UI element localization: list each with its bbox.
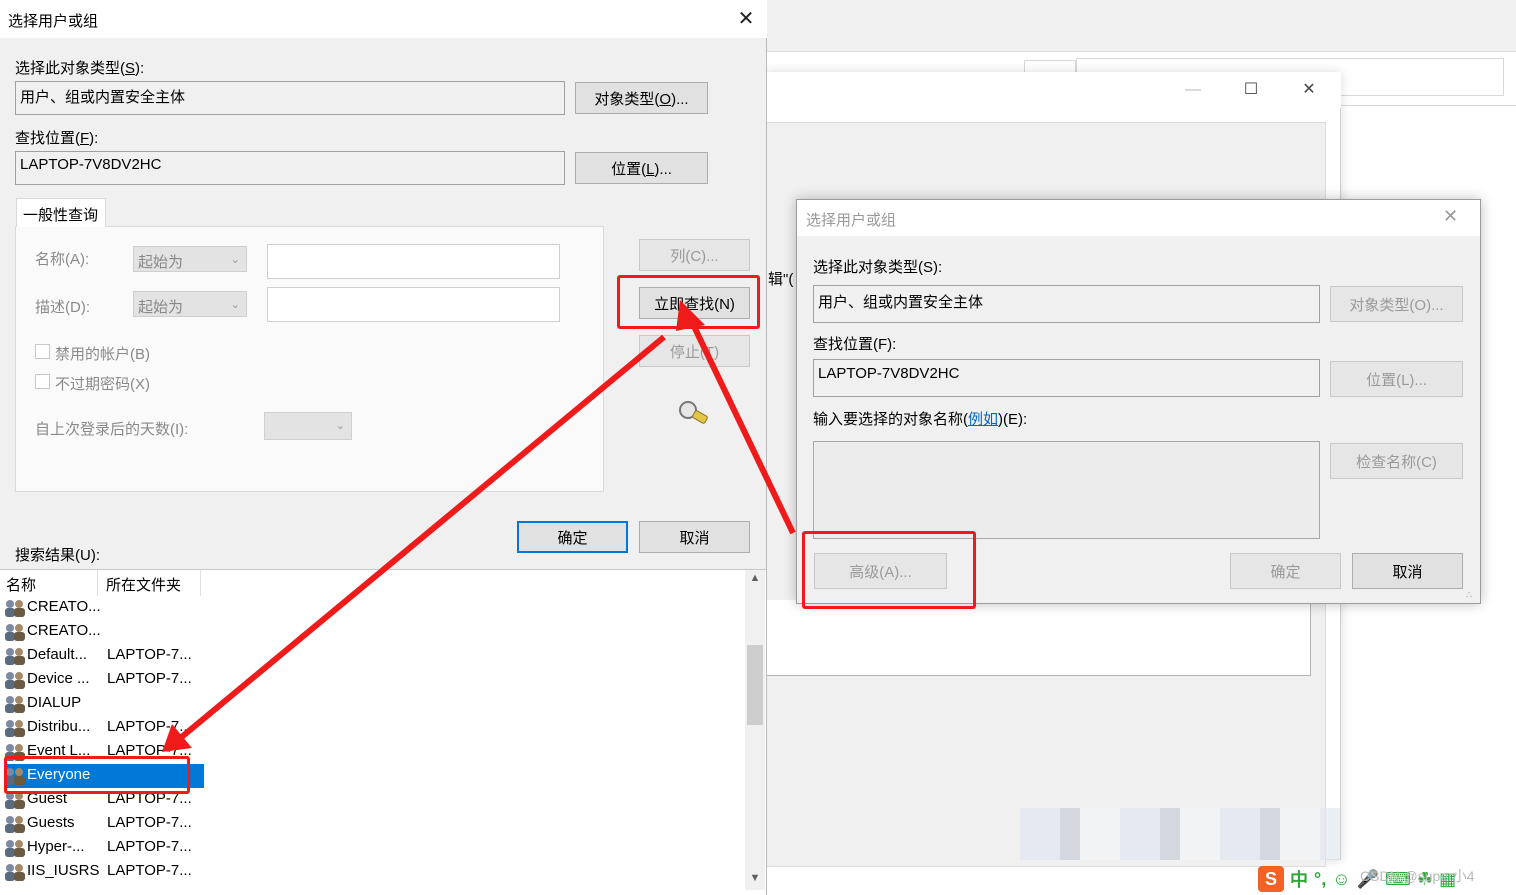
annotation-arrows	[162, 300, 796, 752]
tab-common-queries[interactable]: 一般性查询	[16, 198, 106, 227]
arrow-advanced-to-find	[687, 316, 796, 535]
watermark: CSDN @super小4	[1360, 868, 1475, 884]
arrow-head-everyone	[162, 724, 192, 752]
emoji-icon[interactable]: ☺	[1332, 869, 1350, 890]
sogou-ime-icon[interactable]: S	[1258, 866, 1284, 892]
punctuation-indicator[interactable]: °,	[1314, 869, 1326, 890]
arrow-find-to-everyone	[176, 334, 666, 743]
ime-mode-indicator[interactable]: 中	[1290, 866, 1308, 892]
arrow-head-find	[676, 300, 705, 331]
